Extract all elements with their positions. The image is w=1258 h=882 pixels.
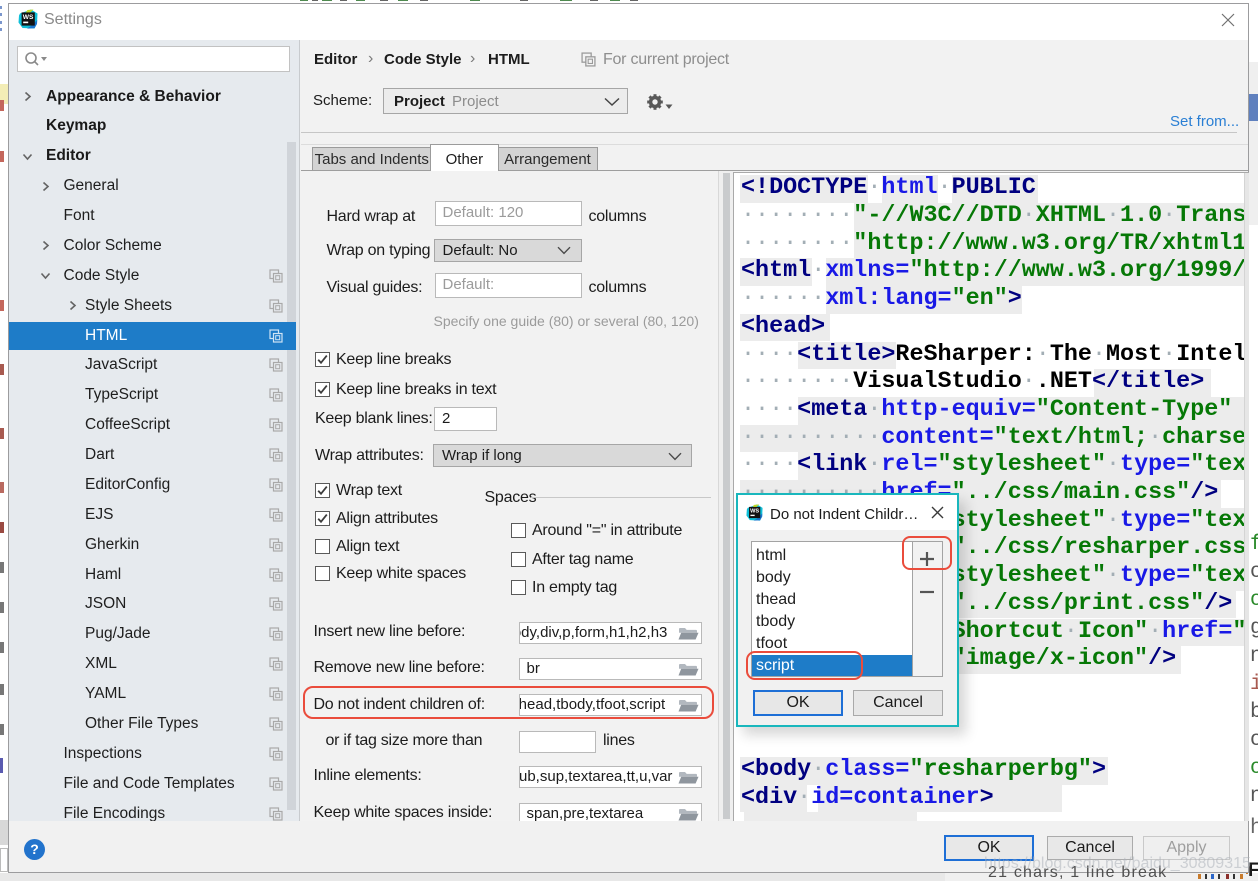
svg-text:WS: WS xyxy=(23,14,34,21)
svg-text:WS: WS xyxy=(750,509,759,515)
